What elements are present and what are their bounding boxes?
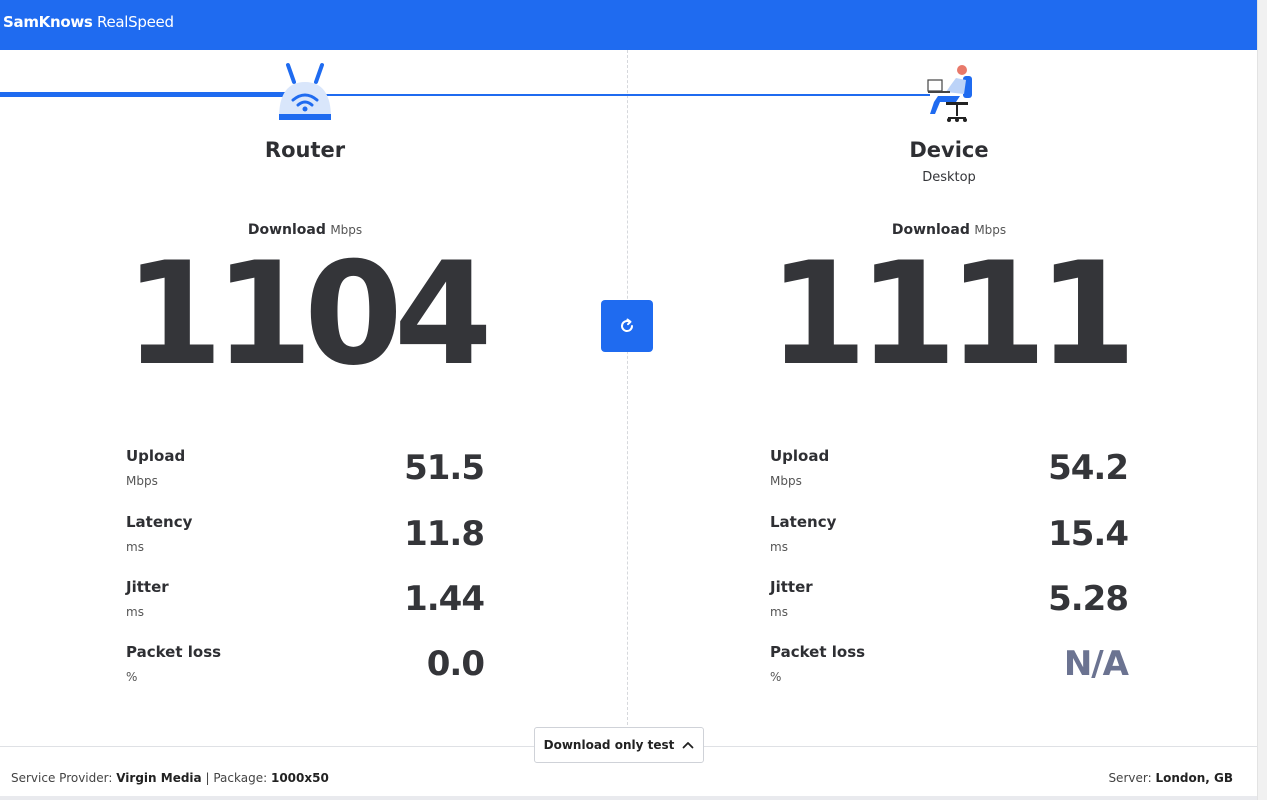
router-upload-value: 51.5: [404, 448, 485, 488]
refresh-test-button[interactable]: [601, 300, 653, 352]
device-jitter-value: 5.28: [1048, 579, 1129, 619]
router-title: Router: [264, 138, 346, 162]
device-jitter-label: Jitter: [770, 578, 813, 596]
package-label: Package:: [213, 771, 268, 785]
connection-line-wan: [0, 92, 290, 97]
test-mode-label: Download only test: [543, 738, 675, 752]
router-latency-value: 11.8: [404, 514, 485, 554]
device-subtitle: Desktop: [922, 170, 976, 185]
router-jitter-unit: ms: [126, 605, 144, 619]
server-value: London, GB: [1155, 771, 1233, 785]
router-latency-label: Latency: [126, 513, 193, 531]
refresh-icon: [621, 318, 634, 332]
device-latency-value: 15.4: [1048, 514, 1129, 554]
provider-value: Virgin Media: [116, 771, 202, 785]
device-upload-unit: Mbps: [770, 474, 802, 488]
column-divider: [627, 50, 628, 730]
brand-logo[interactable]: SamKnows RealSpeed: [3, 13, 174, 31]
router-download-value: 1104: [124, 232, 492, 397]
bottom-edge: [0, 796, 1257, 800]
brand-name-bold: SamKnows: [3, 13, 93, 31]
top-header: SamKnows RealSpeed: [0, 0, 1257, 50]
chevron-up-icon: [682, 742, 694, 749]
device-latency-label: Latency: [770, 513, 837, 531]
router-packet-loss-label: Packet loss: [126, 643, 222, 661]
router-upload-label: Upload: [126, 447, 186, 465]
device-jitter-unit: ms: [770, 605, 788, 619]
footer-provider-info: Service Provider: Virgin Media | Package…: [11, 771, 329, 785]
vertical-scrollbar[interactable]: [1257, 0, 1267, 800]
device-latency-unit: ms: [770, 540, 788, 554]
desktop-user-icon: [920, 62, 978, 124]
connection-line-lan: [320, 94, 930, 96]
device-upload-value: 54.2: [1048, 448, 1129, 488]
device-title: Device: [909, 138, 989, 162]
test-mode-toggle-button[interactable]: Download only test: [534, 727, 704, 763]
router-upload-unit: Mbps: [126, 474, 158, 488]
footer-server-info: Server: London, GB: [1108, 771, 1233, 785]
router-jitter-value: 1.44: [404, 579, 485, 619]
router-packet-loss-value: 0.0: [426, 644, 485, 684]
brand-name-regular: RealSpeed: [97, 13, 174, 31]
server-label: Server:: [1108, 771, 1152, 785]
device-download-value: 1111: [768, 232, 1136, 397]
router-latency-unit: ms: [126, 540, 144, 554]
router-icon: [272, 62, 338, 124]
device-packet-loss-value: N/A: [1063, 644, 1129, 684]
router-packet-loss-unit: %: [126, 670, 138, 684]
device-packet-loss-label: Packet loss: [770, 643, 866, 661]
footer-separator: |: [205, 771, 210, 785]
device-upload-label: Upload: [770, 447, 830, 465]
provider-label: Service Provider:: [11, 771, 113, 785]
package-value: 1000x50: [270, 771, 329, 785]
router-jitter-label: Jitter: [126, 578, 169, 596]
realspeed-app: SamKnows RealSpeed Router Download Mbps …: [0, 0, 1257, 801]
device-packet-loss-unit: %: [770, 670, 782, 684]
